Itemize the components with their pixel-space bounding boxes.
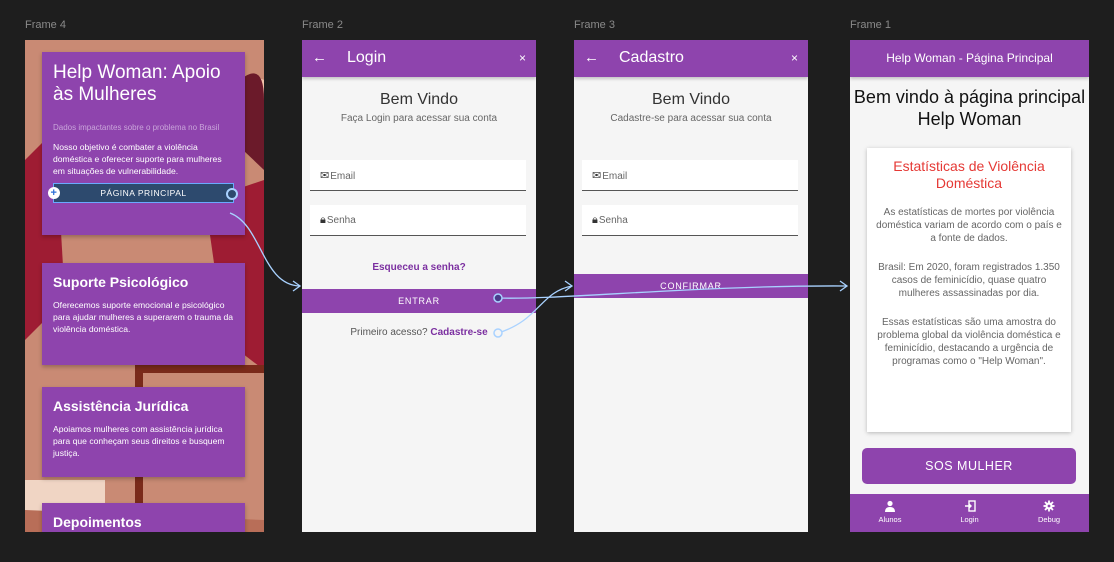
- nav-item-alunos[interactable]: Alunos: [870, 494, 910, 532]
- password-placeholder: Senha: [598, 215, 628, 226]
- password-placeholder: Senha: [326, 215, 356, 226]
- back-arrow-icon[interactable]: ←: [584, 49, 599, 66]
- legal-assistance-body: Apoiamos mulheres com assistência jurídi…: [53, 424, 225, 458]
- login-title: Login: [347, 49, 387, 66]
- frame-4: Help Woman: Apoio às Mulheres Dados impa…: [25, 40, 264, 532]
- stats-paragraph-3: Essas estatísticas são uma amostra do pr…: [877, 317, 1061, 367]
- frame-2-login: ← Login × Bem Vindo Faça Login para aces…: [302, 40, 536, 532]
- email-placeholder: Email: [330, 171, 356, 182]
- enter-button-label: ENTRAR: [398, 296, 440, 306]
- nav-label-alunos: Alunos: [878, 515, 902, 524]
- psych-support-body: Oferecemos suporte emocional e psicológi…: [53, 300, 234, 334]
- gear-icon: [1029, 500, 1069, 515]
- mail-icon: ✉: [320, 170, 330, 182]
- frame-label-4: Frame 4: [25, 19, 66, 31]
- lock-icon: 🔒︎: [320, 214, 326, 226]
- connection-handle[interactable]: [226, 188, 238, 200]
- testimonials-title: Depoimentos: [53, 514, 142, 530]
- email-field[interactable]: ✉Email: [310, 160, 526, 191]
- hero-title: Help Woman: Apoio às Mulheres: [53, 62, 221, 105]
- login-welcome: Bem Vindo: [380, 91, 458, 108]
- stats-paragraph-1: As estatísticas de mortes por violência …: [876, 207, 1062, 244]
- signup-title: Cadastro: [619, 49, 684, 66]
- frame-label-2: Frame 2: [302, 19, 343, 31]
- hero-body: Nosso objetivo é combater a violência do…: [53, 142, 222, 176]
- bottom-navigation: Alunos Login Debug: [850, 494, 1089, 532]
- mail-icon: ✉: [592, 170, 602, 182]
- home-appbar: Help Woman - Página Principal: [850, 40, 1089, 77]
- close-icon[interactable]: ×: [791, 51, 798, 65]
- signup-link[interactable]: Cadastre-se: [430, 327, 487, 338]
- login-appbar: ← Login ×: [302, 40, 536, 77]
- psych-support-title: Suporte Psicológico: [53, 274, 189, 290]
- legal-assistance-title: Assistência Jurídica: [53, 398, 189, 414]
- main-page-button[interactable]: + PÁGINA PRINCIPAL: [48, 183, 238, 203]
- lock-icon: 🔒︎: [592, 214, 598, 226]
- frame-label-1: Frame 1: [850, 19, 891, 31]
- person-icon: [870, 500, 910, 515]
- first-access-row: Primeiro acesso? Cadastre-se: [302, 327, 536, 338]
- forgot-password-label: Esqueceu a senha?: [372, 262, 466, 273]
- stats-title: Estatísticas de Violência Doméstica: [893, 158, 1045, 191]
- psych-support-card: Suporte Psicológico Oferecemos suporte e…: [42, 263, 245, 365]
- login-subtitle: Faça Login para acessar sua conta: [340, 113, 498, 124]
- home-appbar-title: Help Woman - Página Principal: [886, 51, 1053, 65]
- frame-1-home: Help Woman - Página Principal Bem vindo …: [850, 40, 1089, 532]
- confirm-button[interactable]: CONFIRMAR: [574, 274, 808, 298]
- confirm-button-label: CONFIRMAR: [660, 281, 722, 291]
- nav-label-debug: Debug: [1037, 515, 1061, 524]
- hero-card: Help Woman: Apoio às Mulheres Dados impa…: [42, 52, 245, 235]
- stats-paragraph-2: Brasil: Em 2020, foram registrados 1.350…: [878, 262, 1060, 299]
- signup-appbar: ← Cadastro ×: [574, 40, 808, 77]
- signup-subtitle: Cadastre-se para acessar sua conta: [610, 113, 772, 124]
- hero-subtitle: Dados impactantes sobre o problema no Br…: [53, 123, 220, 132]
- frame-3-signup: ← Cadastro × Bem Vindo Cadastre-se para …: [574, 40, 808, 532]
- back-arrow-icon[interactable]: ←: [312, 49, 327, 66]
- enter-button[interactable]: ENTRAR: [302, 289, 536, 313]
- nav-item-login[interactable]: Login: [950, 494, 990, 532]
- nav-label-login: Login: [960, 515, 979, 524]
- first-access-text: Primeiro acesso?: [350, 327, 428, 338]
- login-icon: [950, 500, 990, 515]
- legal-assistance-card: Assistência Jurídica Apoiamos mulheres c…: [42, 387, 245, 477]
- email-field[interactable]: ✉Email: [582, 160, 798, 191]
- sos-button[interactable]: SOS MULHER: [862, 448, 1076, 484]
- frame-label-3: Frame 3: [574, 19, 615, 31]
- password-field[interactable]: 🔒︎Senha: [310, 205, 526, 236]
- main-page-button-label: PÁGINA PRINCIPAL: [100, 188, 187, 198]
- stats-card: Estatísticas de Violência Doméstica As e…: [867, 148, 1071, 432]
- email-placeholder: Email: [602, 171, 628, 182]
- close-icon[interactable]: ×: [519, 51, 526, 65]
- testimonials-card: Depoimentos: [42, 503, 245, 532]
- nav-item-debug[interactable]: Debug: [1029, 494, 1069, 532]
- add-connection-icon[interactable]: +: [48, 187, 60, 199]
- signup-welcome: Bem Vindo: [652, 91, 730, 108]
- password-field[interactable]: 🔒︎Senha: [582, 205, 798, 236]
- sos-button-label: SOS MULHER: [925, 459, 1013, 473]
- forgot-password-link[interactable]: Esqueceu a senha?: [302, 262, 536, 273]
- home-heading: Bem vindo à página principal Help Woman: [853, 87, 1086, 129]
